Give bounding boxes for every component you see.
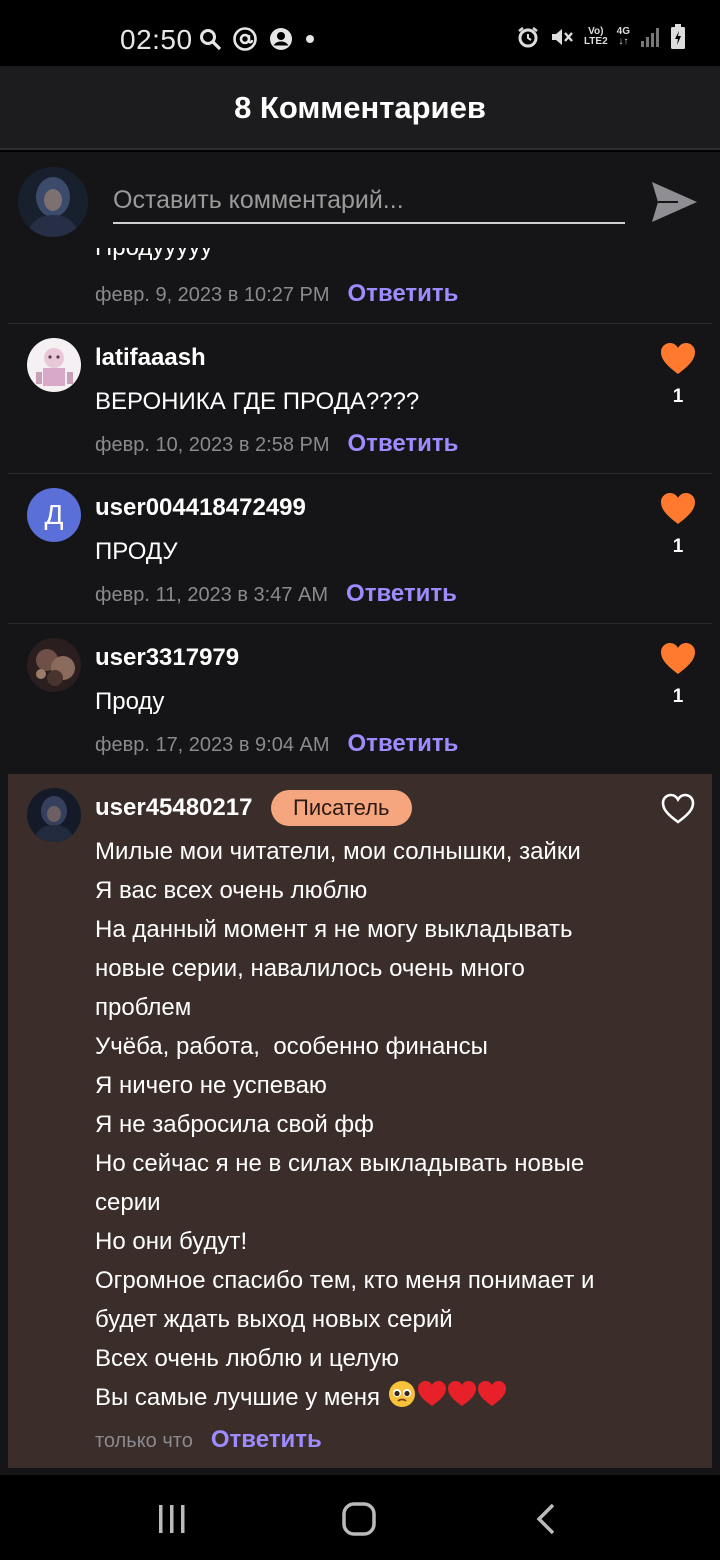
avatar-letter: Д xyxy=(44,499,64,530)
recent-apps-icon[interactable] xyxy=(152,1499,192,1539)
comment-line: проблем xyxy=(95,994,192,1021)
avatar[interactable] xyxy=(27,788,81,842)
volte-icon: Vo) LTE2 xyxy=(584,27,608,47)
comment-date: февр. 9, 2023 в 10:27 PM xyxy=(95,284,330,306)
comment-line: Но они будут! xyxy=(95,1228,248,1255)
comment-date: февр. 10, 2023 в 2:58 PM xyxy=(95,434,330,456)
comment-date: февр. 11, 2023 в 3:47 AM xyxy=(95,584,329,606)
comment-line: будет ждать выход новых серий xyxy=(95,1306,453,1333)
comment-item: user3317979 Проду февр. 17, 2023 в 9:04 … xyxy=(8,624,712,772)
send-icon[interactable] xyxy=(648,176,700,228)
comment-line-with-emoji: Вы самые лучшие у меня xyxy=(95,1378,655,1417)
comment-line: серии xyxy=(95,1189,161,1216)
comment-date: только что xyxy=(95,1430,193,1452)
comment-username[interactable]: user45480217 xyxy=(95,794,252,822)
comment-username[interactable]: latifaaash xyxy=(95,344,206,372)
comment-text: ПРОДУ xyxy=(95,538,178,565)
at-icon xyxy=(233,27,257,51)
signal-icon xyxy=(641,28,659,47)
home-icon[interactable] xyxy=(339,1499,379,1539)
reply-button[interactable]: Ответить xyxy=(348,430,459,458)
comment-text: Продууууу xyxy=(95,248,212,262)
search-icon xyxy=(200,29,222,51)
comment-line: Я ничего не успеваю xyxy=(95,1072,327,1099)
comment-item: Д user004418472499 ПРОДУ февр. 11, 2023 … xyxy=(8,474,712,624)
comment-item: latifaaash ВЕРОНИКА ГДЕ ПРОДА???? февр. … xyxy=(8,324,712,474)
comment-text: Проду xyxy=(95,688,165,715)
comment-line: Огромное спасибо тем, кто меня понимает … xyxy=(95,1267,595,1294)
volte-bottom-label: LTE2 xyxy=(583,36,608,47)
comment-date: февр. 17, 2023 в 9:04 AM xyxy=(95,734,330,756)
avatar[interactable] xyxy=(27,338,81,392)
reply-button[interactable]: Ответить xyxy=(211,1426,322,1454)
comment-text: Милые мои читатели, мои солнышки, зайки … xyxy=(95,832,655,1417)
reply-button[interactable]: Ответить xyxy=(346,580,457,608)
comment-line: Но сейчас я не в силах выкладывать новые xyxy=(95,1150,585,1177)
heart-filled-icon[interactable] xyxy=(660,641,696,677)
like-count: 1 xyxy=(672,536,684,557)
dot-icon xyxy=(306,35,314,43)
mute-icon xyxy=(551,29,573,45)
avatar[interactable]: Д xyxy=(27,488,81,542)
comment-line: Я не забросила свой фф xyxy=(95,1111,374,1138)
status-bar: 02:50 Vo) LTE2 4G ↓↑ xyxy=(0,0,720,66)
heart-filled-icon[interactable] xyxy=(660,491,696,527)
like-count: 1 xyxy=(672,386,684,407)
page-title: 8 Комментариев xyxy=(234,90,486,125)
comment-text: ВЕРОНИКА ГДЕ ПРОДА???? xyxy=(95,388,420,415)
like-count: 1 xyxy=(672,686,684,707)
account-circle-icon xyxy=(270,28,292,50)
comment-username[interactable]: user3317979 xyxy=(95,644,239,672)
current-user-avatar[interactable] xyxy=(18,167,88,237)
comment-item: Продууууу февр. 9, 2023 в 10:27 PM Ответ… xyxy=(8,248,712,324)
comment-list[interactable]: Продууууу февр. 9, 2023 в 10:27 PM Ответ… xyxy=(0,248,720,1475)
writer-comment-item: user45480217 Писатель Милые мои читатели… xyxy=(8,774,712,1468)
heart-filled-icon[interactable] xyxy=(660,341,696,377)
avatar[interactable] xyxy=(27,638,81,692)
red-heart-emoji xyxy=(447,1381,476,1406)
comments-header: 8 Комментариев xyxy=(0,66,720,150)
alarm-icon xyxy=(518,27,538,48)
red-heart-emoji xyxy=(477,1381,506,1406)
comment-input[interactable] xyxy=(113,178,625,224)
comment-line: На данный момент я не могу выкладывать xyxy=(95,916,573,943)
system-nav-bar xyxy=(0,1475,720,1560)
comment-username[interactable]: user004418472499 xyxy=(95,494,306,522)
reply-button[interactable]: Ответить xyxy=(348,730,459,758)
status-time: 02:50 xyxy=(120,24,193,55)
pleading-face-emoji xyxy=(388,1381,415,1407)
comment-line: новые серии, навалилось очень много xyxy=(95,955,525,982)
red-heart-emoji xyxy=(417,1381,446,1406)
back-icon[interactable] xyxy=(527,1499,567,1539)
comment-line: Милые мои читатели, мои солнышки, зайки xyxy=(95,838,581,865)
reply-button[interactable]: Ответить xyxy=(348,280,459,308)
comment-line: Я вас всех очень люблю xyxy=(95,877,368,904)
comment-line-text: Вы самые лучшие у меня xyxy=(95,1384,380,1411)
battery-icon xyxy=(671,24,685,49)
network-4g-icon: 4G ↓↑ xyxy=(616,26,630,47)
writer-badge: Писатель xyxy=(271,790,412,826)
heart-outline-icon[interactable] xyxy=(660,791,696,827)
comment-line: Всех очень люблю и целую xyxy=(95,1345,400,1372)
comment-line: Учёба, работа, особенно финансы xyxy=(95,1033,488,1060)
comment-input-row xyxy=(0,152,720,248)
